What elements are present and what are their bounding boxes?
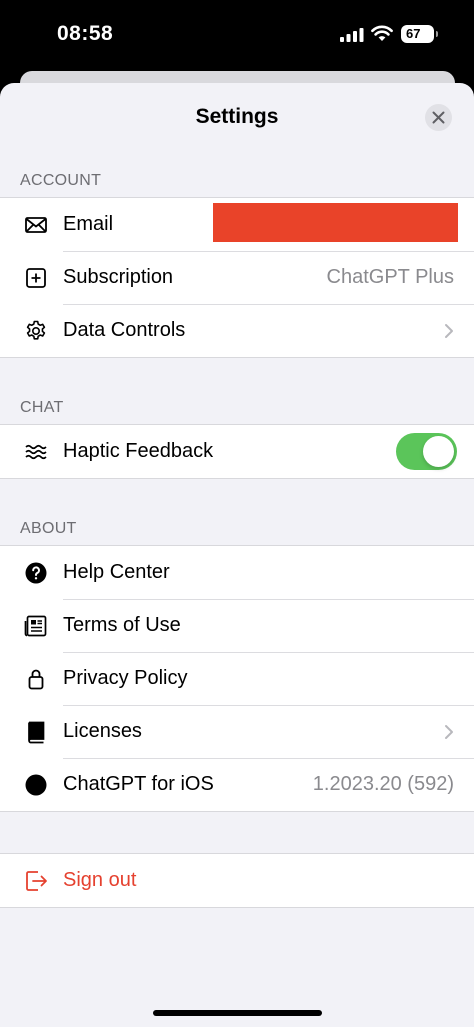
subscription-value: ChatGPT Plus: [326, 266, 454, 288]
about-group: Help Center Terms of Use Privacy Policy: [0, 545, 474, 812]
plus-square-icon: [26, 268, 46, 288]
account-group: Email Subscription ChatGPT Plus Data Con…: [0, 197, 474, 358]
section-label-about: ABOUT: [20, 520, 77, 537]
email-label: Email: [63, 213, 114, 235]
privacy-policy-label: Privacy Policy: [63, 667, 188, 689]
app-version-row: ChatGPT for iOS 1.2023.20 (592): [0, 758, 474, 811]
privacy-policy-row[interactable]: Privacy Policy: [0, 652, 474, 705]
email-redacted-value: [213, 203, 458, 242]
section-label-chat: CHAT: [20, 399, 64, 416]
battery-level: 67: [406, 26, 421, 41]
section-label-account: ACCOUNT: [20, 172, 102, 189]
sign-out-icon: [26, 871, 47, 891]
haptic-feedback-toggle[interactable]: [396, 433, 457, 470]
book-icon: [28, 721, 45, 744]
toggle-knob: [423, 436, 454, 467]
sheet-header: Settings: [0, 83, 474, 149]
haptic-feedback-row: Haptic Feedback: [0, 425, 474, 478]
close-button[interactable]: [425, 104, 452, 131]
close-icon: [432, 111, 445, 124]
subscription-label: Subscription: [63, 266, 174, 288]
waves-icon: [25, 444, 47, 460]
settings-sheet: Settings ACCOUNT Email Subscription Chat…: [0, 83, 474, 1027]
app-version-label: ChatGPT for iOS: [63, 773, 214, 795]
email-row[interactable]: Email: [0, 198, 474, 251]
chat-group: Haptic Feedback: [0, 424, 474, 479]
terms-of-use-row[interactable]: Terms of Use: [0, 599, 474, 652]
status-bar: 08:58 67: [0, 0, 474, 70]
gear-icon: [26, 320, 46, 340]
terms-of-use-label: Terms of Use: [63, 614, 181, 636]
licenses-row[interactable]: Licenses: [0, 705, 474, 758]
dot-icon: [25, 774, 47, 796]
wifi-icon: [371, 25, 393, 41]
sign-out-label: Sign out: [63, 869, 137, 891]
haptic-feedback-label: Haptic Feedback: [63, 440, 214, 462]
cellular-signal-icon: [340, 28, 364, 42]
subscription-row[interactable]: Subscription ChatGPT Plus: [0, 251, 474, 304]
data-controls-label: Data Controls: [63, 319, 186, 341]
page-title: Settings: [195, 105, 279, 128]
app-version-value: 1.2023.20 (592): [312, 773, 454, 795]
sign-out-row[interactable]: Sign out: [0, 854, 474, 907]
chevron-right-icon: [445, 725, 453, 739]
document-icon: [24, 615, 47, 637]
signout-group: Sign out: [0, 853, 474, 908]
battery-indicator: 67: [401, 25, 438, 43]
status-time: 08:58: [57, 22, 114, 45]
chevron-right-icon: [445, 324, 453, 338]
help-center-label: Help Center: [63, 561, 170, 583]
envelope-icon: [25, 217, 47, 233]
home-indicator: [153, 1010, 322, 1016]
data-controls-row[interactable]: Data Controls: [0, 304, 474, 357]
lock-icon: [28, 669, 44, 690]
help-center-row[interactable]: Help Center: [0, 546, 474, 599]
screen: 08:58 67 Settings ACCOUNT Email Subscrip…: [0, 0, 474, 1027]
question-circle-icon: [25, 562, 47, 584]
licenses-label: Licenses: [63, 720, 142, 742]
